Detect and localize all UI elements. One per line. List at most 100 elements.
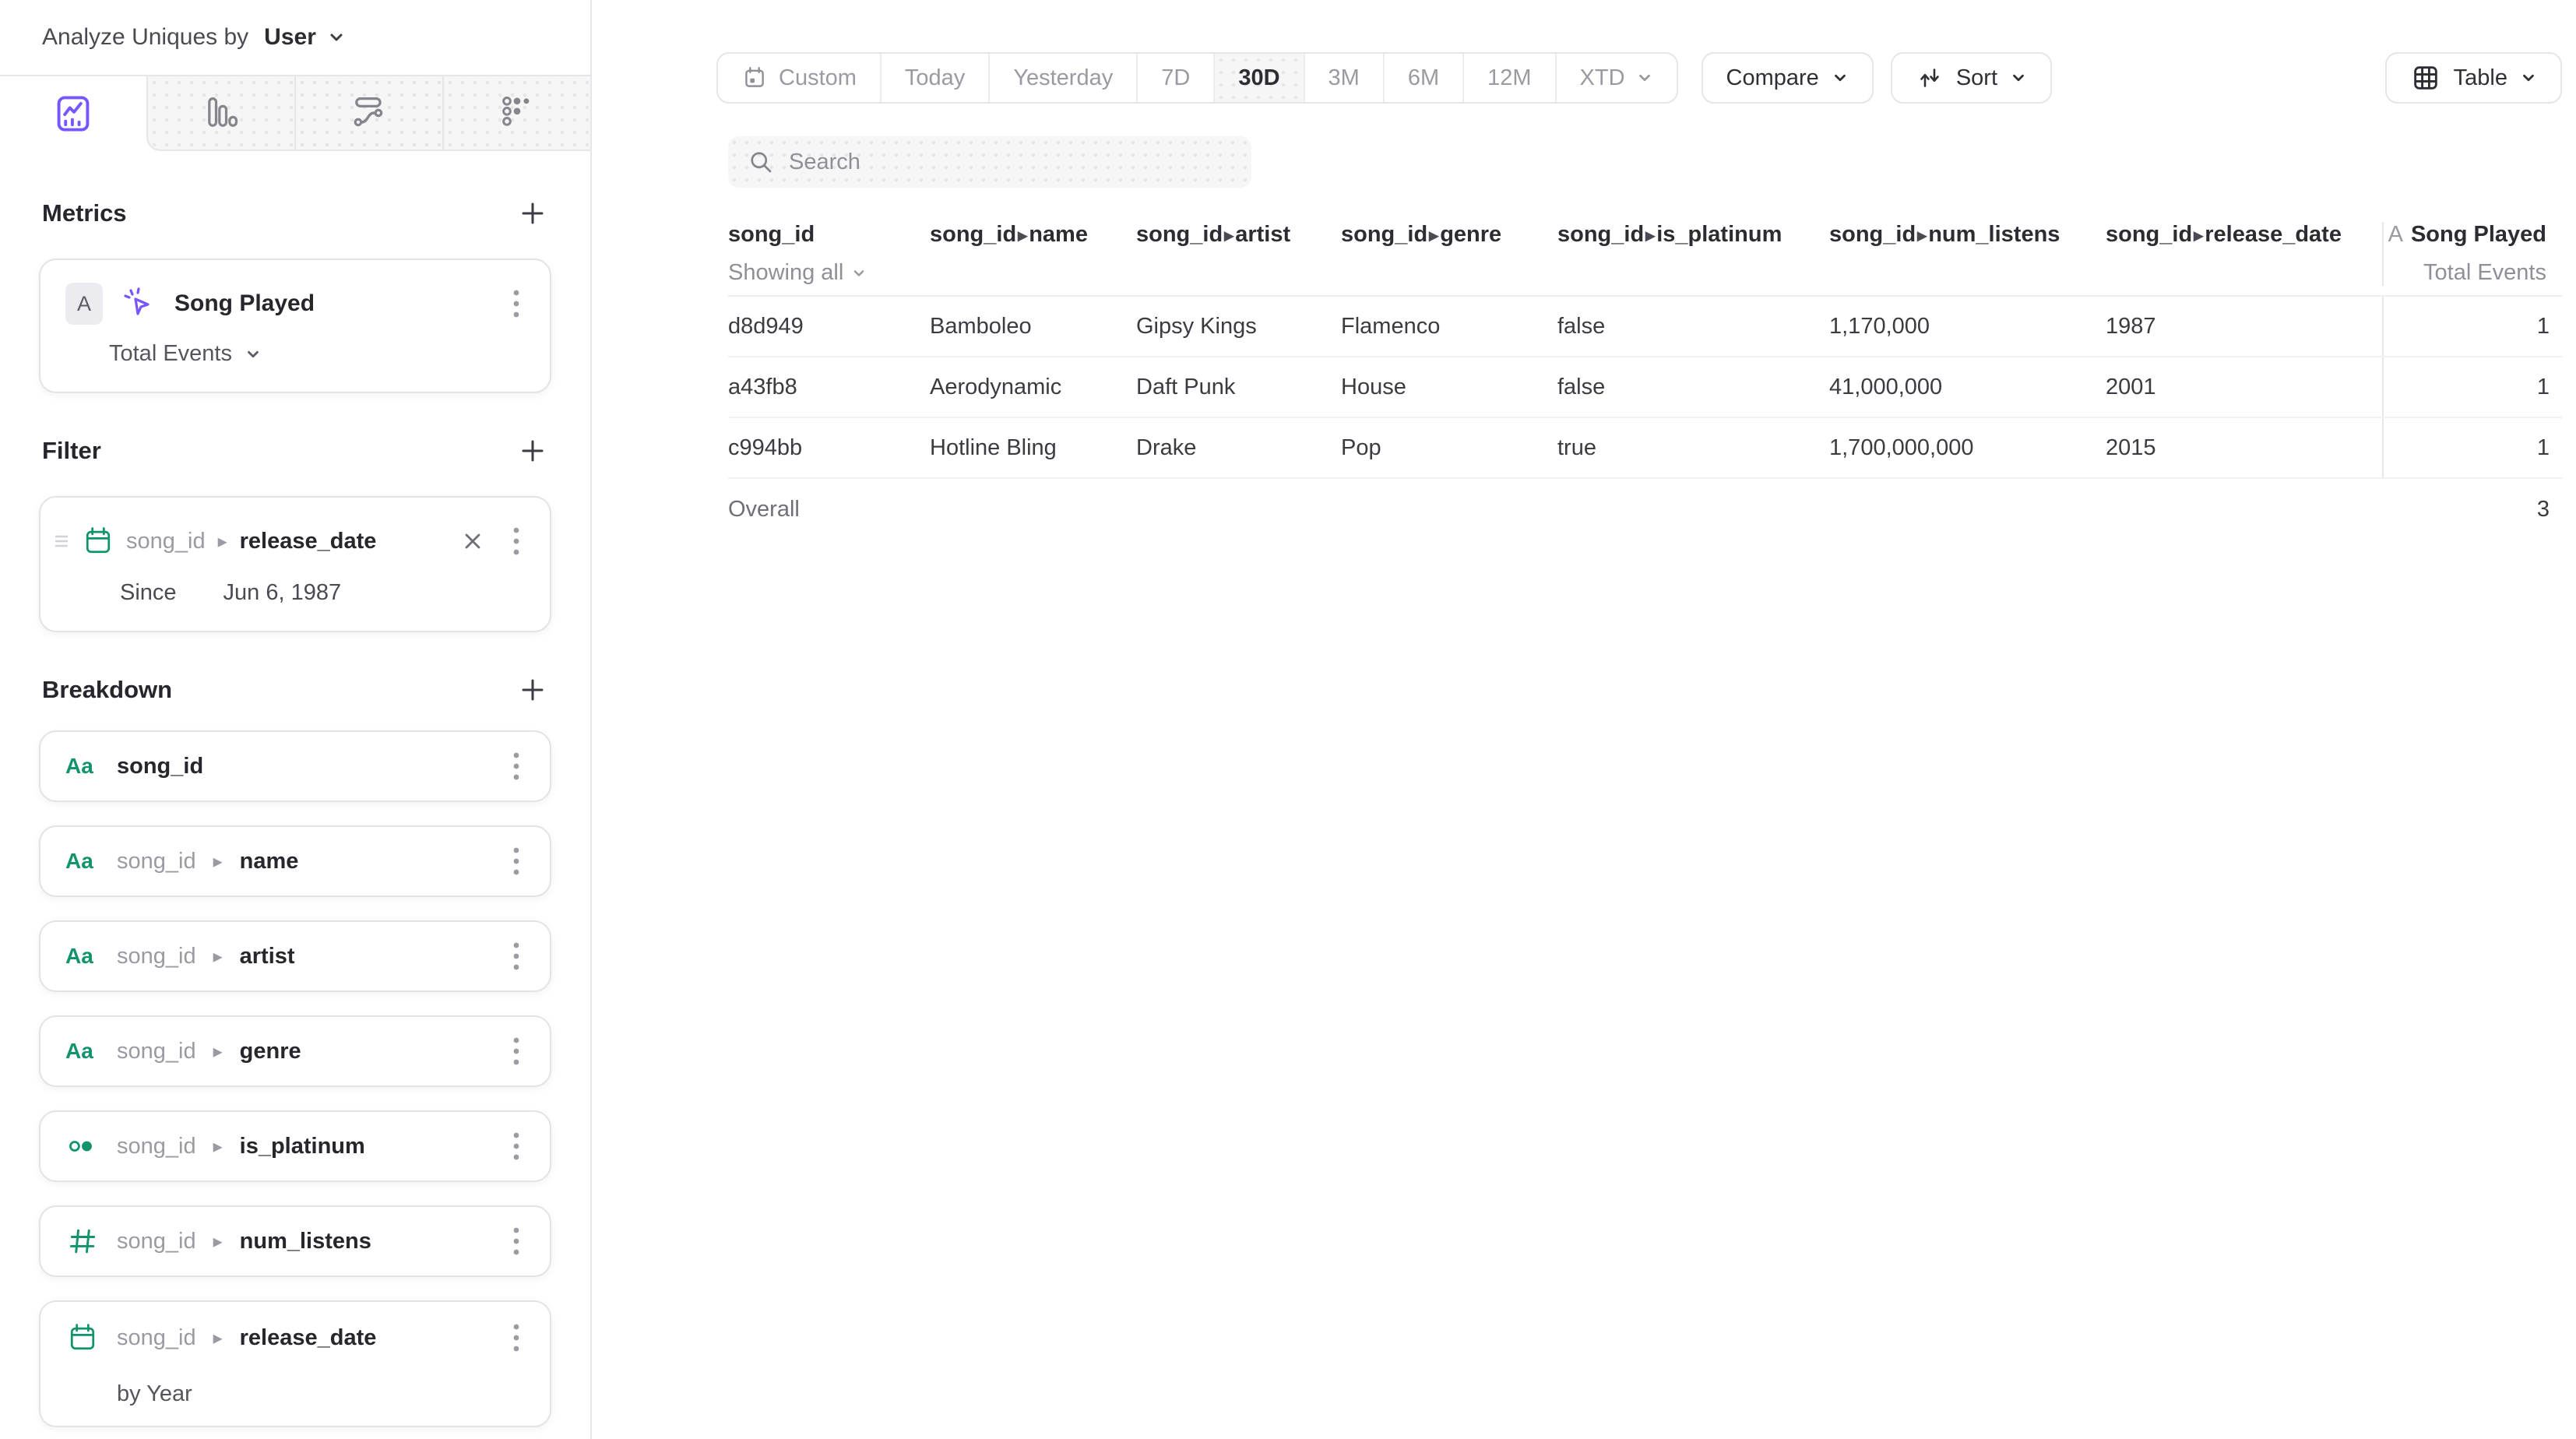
metric-series-letter: A — [2388, 222, 2403, 248]
breakdown-item-name[interactable]: Aa song_id ▸ name — [39, 825, 551, 897]
add-metric-button[interactable] — [516, 196, 550, 230]
showing-all-selector[interactable]: Showing all — [728, 260, 917, 286]
cell-release-date: 1987 — [2106, 314, 2382, 340]
breakdown-property-name: artist — [240, 944, 295, 969]
breakdown-item-is-platinum[interactable]: song_id ▸ is_platinum — [39, 1110, 551, 1182]
breakdown-kebab-icon[interactable] — [506, 1124, 526, 1168]
property-separator: ▸ — [212, 1040, 224, 1063]
breakdown-kebab-icon[interactable] — [506, 1029, 526, 1073]
column-header-name[interactable]: song_id▸name — [930, 222, 1136, 286]
property-separator: ▸ — [212, 1327, 224, 1349]
filter-property-prefix: song_id — [126, 529, 206, 554]
breakdown-kebab-icon[interactable] — [506, 1219, 526, 1263]
metric-kebab-icon[interactable] — [506, 282, 526, 325]
date-range-3m[interactable]: 3M — [1304, 54, 1383, 102]
breakdown-property-name: song_id — [117, 754, 203, 779]
filter-card[interactable]: song_id ▸ release_date Since Jun 6, 1987 — [39, 496, 551, 632]
cell-song-id: d8d949 — [728, 314, 930, 340]
breakdown-property-name: release_date — [240, 1325, 377, 1351]
breakdown-item-release-date[interactable]: song_id ▸ release_date by Year — [39, 1300, 551, 1427]
filter-kebab-icon[interactable] — [506, 519, 526, 563]
date-range-label: 12M — [1487, 65, 1531, 91]
query-builder-sidebar: Analyze Uniques by User — [0, 0, 592, 1439]
date-range-12m[interactable]: 12M — [1462, 54, 1554, 102]
date-range-6m[interactable]: 6M — [1383, 54, 1462, 102]
date-range-label: 7D — [1161, 65, 1190, 91]
metrics-section-header: Metrics — [42, 196, 550, 230]
metric-event-name[interactable]: Song Played — [174, 290, 315, 317]
filter-operator[interactable]: Since — [120, 580, 177, 606]
date-range-today[interactable]: Today — [880, 54, 988, 102]
cell-num-listens: 1,700,000,000 — [1829, 435, 2106, 461]
breakdown-item-song-id[interactable]: Aa song_id — [39, 730, 551, 802]
retention-dots-icon — [497, 93, 537, 133]
cell-is-platinum: false — [1557, 314, 1829, 340]
table-row[interactable]: d8d949 Bamboleo Gipsy Kings Flamenco fal… — [728, 297, 2562, 357]
remove-filter-icon[interactable] — [458, 526, 487, 556]
metric-aggregation-selector[interactable]: Total Events — [109, 341, 526, 367]
breakdown-kebab-icon[interactable] — [506, 839, 526, 883]
date-range-yesterday[interactable]: Yesterday — [988, 54, 1136, 102]
table-row[interactable]: a43fb8 Aerodynamic Daft Punk House false… — [728, 357, 2562, 418]
chevron-down-icon[interactable] — [327, 28, 346, 47]
breakdown-property-prefix: song_id — [117, 1325, 196, 1351]
column-header-artist[interactable]: song_id▸artist — [1136, 222, 1341, 286]
column-header-genre[interactable]: song_id▸genre — [1341, 222, 1557, 286]
query-sections: Metrics A Song Played — [0, 151, 590, 1439]
search-input[interactable] — [789, 150, 1233, 175]
breakdown-bucket-selector[interactable]: by Year — [117, 1381, 526, 1407]
table-overall-row: Overall 3 — [728, 479, 2562, 540]
add-breakdown-button[interactable] — [516, 673, 550, 707]
breakdown-kebab-icon[interactable] — [506, 934, 526, 978]
breakdown-kebab-icon[interactable] — [506, 1316, 526, 1360]
tab-insights-line[interactable] — [0, 76, 146, 151]
date-range-7d[interactable]: 7D — [1136, 54, 1213, 102]
cell-artist: Gipsy Kings — [1136, 314, 1341, 340]
breakdown-item-artist[interactable]: Aa song_id ▸ artist — [39, 920, 551, 992]
date-range-custom[interactable]: Custom — [718, 54, 880, 102]
cell-is-platinum: false — [1557, 375, 1829, 400]
overall-metric-value: 3 — [2382, 479, 2562, 540]
column-header-song-id[interactable]: song_id Showing all — [728, 222, 930, 286]
date-range-label: 6M — [1408, 65, 1439, 91]
analyze-header: Analyze Uniques by User — [0, 0, 590, 75]
breakdown-item-genre[interactable]: Aa song_id ▸ genre — [39, 1015, 551, 1087]
tab-flow[interactable] — [294, 76, 442, 151]
cell-genre: House — [1341, 375, 1557, 400]
breakdown-property-prefix: song_id — [117, 849, 196, 874]
column-header-num-listens[interactable]: song_id▸num_listens — [1829, 222, 2106, 286]
table-row[interactable]: c994bb Hotline Bling Drake Pop true 1,70… — [728, 418, 2562, 479]
filter-property-name[interactable]: release_date — [240, 529, 377, 554]
tab-bar-chart[interactable] — [146, 76, 294, 151]
cell-name: Hotline Bling — [930, 435, 1136, 461]
date-range-xtd[interactable]: XTD — [1555, 54, 1677, 102]
breakdown-item-num-listens[interactable]: song_id ▸ num_listens — [39, 1205, 551, 1277]
text-type-icon: Aa — [65, 754, 101, 779]
column-header-song-played[interactable]: A Song Played Total Events — [2382, 222, 2562, 286]
boolean-type-icon — [65, 1129, 101, 1163]
search-icon — [747, 148, 775, 176]
property-separator: ▸ — [1644, 225, 1656, 246]
breakdown-kebab-icon[interactable] — [506, 744, 526, 788]
drag-handle-icon[interactable] — [53, 531, 70, 551]
add-filter-button[interactable] — [516, 434, 550, 468]
view-selector-button[interactable]: Table — [2385, 52, 2562, 104]
compare-button[interactable]: Compare — [1701, 52, 1874, 104]
filter-value[interactable]: Jun 6, 1987 — [223, 580, 342, 606]
property-separator: ▸ — [212, 945, 224, 968]
entity-selector[interactable]: User — [264, 24, 316, 51]
cell-metric-value: 1 — [2382, 418, 2562, 477]
property-separator: ▸ — [1016, 225, 1029, 246]
date-range-30d[interactable]: 30D — [1213, 54, 1303, 102]
table-search[interactable] — [728, 136, 1251, 188]
breakdown-property-prefix: song_id — [117, 1039, 196, 1064]
metric-card[interactable]: A Song Played Total Events — [39, 259, 551, 393]
breakdown-property-name: is_platinum — [240, 1134, 365, 1159]
sort-button[interactable]: Sort — [1891, 52, 2052, 104]
column-header-is-platinum[interactable]: song_id▸is_platinum — [1557, 222, 1829, 286]
metric-letter-badge: A — [65, 283, 103, 325]
date-range-label: Today — [905, 65, 965, 91]
tab-retention[interactable] — [442, 76, 590, 151]
column-header-release-date[interactable]: song_id▸release_date — [2106, 222, 2382, 286]
chart-type-tabs — [0, 75, 590, 151]
